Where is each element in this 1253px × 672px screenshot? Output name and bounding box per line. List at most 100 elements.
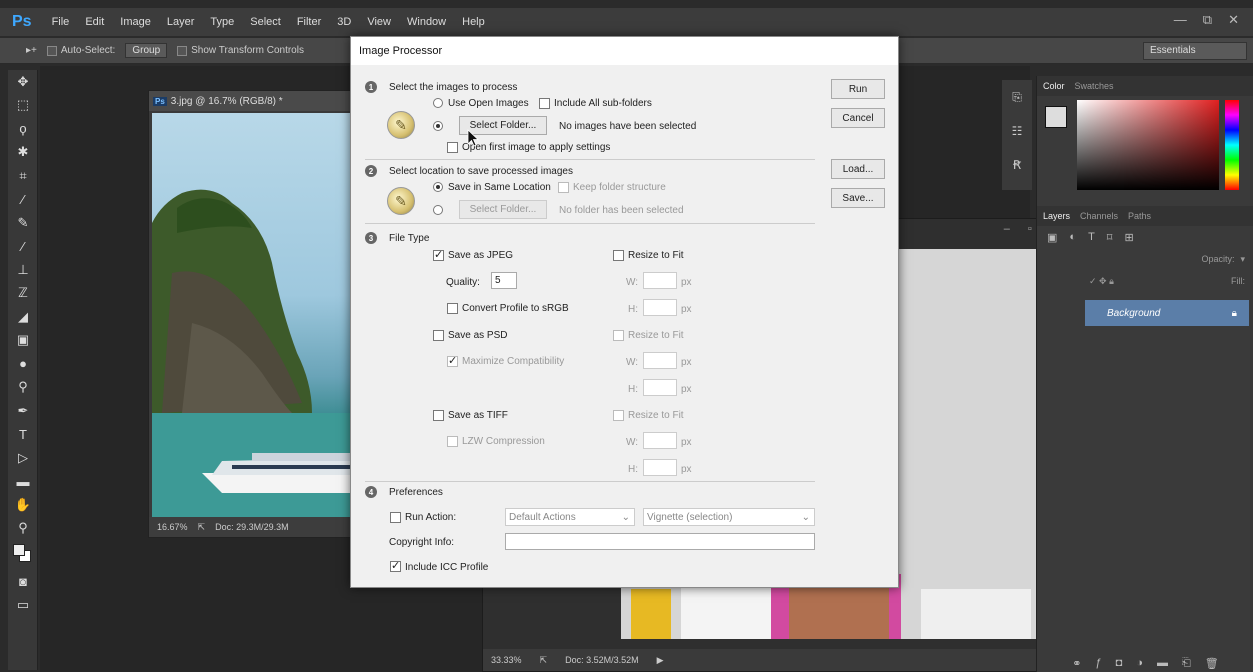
jpeg-width-input[interactable] xyxy=(643,272,677,289)
menu-file[interactable]: File xyxy=(44,16,78,28)
menu-3d[interactable]: 3D xyxy=(329,16,359,28)
load-button[interactable]: Load... xyxy=(831,159,885,179)
show-transform-option[interactable]: Show Transform Controls xyxy=(177,45,304,56)
eraser-tool-icon[interactable]: ◢ xyxy=(8,305,38,329)
foreground-color-swatch[interactable] xyxy=(13,544,25,556)
include-icc-checkbox[interactable] xyxy=(390,559,401,572)
export-icon[interactable]: ⇱ xyxy=(198,522,206,533)
menu-layer[interactable]: Layer xyxy=(159,16,203,28)
save-to-folder-radio[interactable] xyxy=(433,205,443,216)
mask-icon[interactable]: ◘ xyxy=(1116,657,1123,669)
stamp-tool-icon[interactable]: ⊥ xyxy=(8,258,38,282)
auto-select-dropdown[interactable]: Group xyxy=(125,43,168,58)
run-action-checkbox[interactable] xyxy=(390,512,401,523)
shape-tool-icon[interactable]: ▬ xyxy=(8,470,38,494)
menu-select[interactable]: Select xyxy=(242,16,289,28)
opacity-dropdown-icon[interactable]: ▾ xyxy=(1240,254,1245,265)
history-panel-icon[interactable]: ⎘ xyxy=(1002,80,1032,114)
hand-tool-icon[interactable]: ✋ xyxy=(8,493,38,517)
resize-fit-jpeg-checkbox[interactable] xyxy=(613,250,624,261)
save-jpeg-checkbox[interactable] xyxy=(433,248,444,261)
workspace-dropdown[interactable]: Essentials xyxy=(1143,42,1247,60)
healing-tool-icon[interactable]: ✎ xyxy=(8,211,38,235)
filter-adjust-icon[interactable]: ◐ xyxy=(1069,231,1076,243)
path-select-tool-icon[interactable]: ▷ xyxy=(8,446,38,470)
eyedropper-tool-icon[interactable]: ⁄ xyxy=(8,188,38,212)
menu-view[interactable]: View xyxy=(359,16,399,28)
tab-layers[interactable]: Layers xyxy=(1043,211,1070,221)
pen-tool-icon[interactable]: ✒ xyxy=(8,399,38,423)
quick-select-tool-icon[interactable]: ✱ xyxy=(8,141,38,165)
close-icon[interactable]: ✕ xyxy=(1228,12,1239,28)
type-tool-icon[interactable]: T xyxy=(8,423,38,447)
document-tab[interactable]: Ps 3.jpg @ 16.7% (RGB/8) * xyxy=(149,91,352,111)
delete-layer-icon[interactable]: 🗑︎ xyxy=(1205,657,1219,670)
action-set-dropdown[interactable]: Default Actions ⌄ xyxy=(505,508,635,526)
doc2-maximize-icon[interactable]: ▫ xyxy=(1028,223,1032,235)
move-tool-preset[interactable]: ▸+ xyxy=(26,45,37,56)
dodge-tool-icon[interactable]: ⚲ xyxy=(8,376,38,400)
auto-select-option[interactable]: Auto-Select: xyxy=(46,45,115,56)
convert-srgb-checkbox[interactable] xyxy=(447,303,458,314)
group-icon[interactable]: ▬ xyxy=(1157,657,1168,669)
new-layer-icon[interactable]: ⎗ xyxy=(1182,657,1191,670)
tab-channels[interactable]: Channels xyxy=(1080,211,1118,221)
quick-mask-icon[interactable]: ◙ xyxy=(8,570,38,594)
menu-help[interactable]: Help xyxy=(454,16,493,28)
lock-icons[interactable]: ✓ ✥ 🔒︎ xyxy=(1089,276,1114,287)
menu-type[interactable]: Type xyxy=(202,16,242,28)
fx-icon[interactable]: ƒ xyxy=(1096,657,1102,669)
save-tiff-checkbox[interactable] xyxy=(433,410,444,421)
doc2-play-icon[interactable]: ▶ xyxy=(657,655,664,666)
run-button[interactable]: Run xyxy=(831,79,885,99)
menu-filter[interactable]: Filter xyxy=(289,16,329,28)
blur-tool-icon[interactable]: ● xyxy=(8,352,38,376)
action-dropdown[interactable]: Vignette (selection) ⌄ xyxy=(643,508,815,526)
menu-edit[interactable]: Edit xyxy=(77,16,112,28)
save-same-location-radio[interactable] xyxy=(433,182,443,193)
zoom-level[interactable]: 16.67% xyxy=(157,522,188,532)
filter-image-icon[interactable]: ▣ xyxy=(1047,231,1057,244)
color-swatches[interactable] xyxy=(8,540,38,570)
jpeg-height-input[interactable] xyxy=(643,299,677,316)
open-first-image-checkbox[interactable] xyxy=(447,142,458,153)
auto-select-checkbox[interactable] xyxy=(46,45,57,56)
marquee-tool-icon[interactable]: ⬚ xyxy=(8,94,38,118)
history-brush-tool-icon[interactable]: ℤ xyxy=(8,282,38,306)
doc2-zoom-level[interactable]: 33.33% xyxy=(491,655,522,665)
save-settings-button[interactable]: Save... xyxy=(831,188,885,208)
move-tool-icon[interactable]: ✥ xyxy=(8,70,38,94)
character-panel-icon[interactable]: Ꞧ xyxy=(1002,148,1032,182)
save-psd-checkbox[interactable] xyxy=(433,330,444,341)
gradient-tool-icon[interactable]: ▣ xyxy=(8,329,38,353)
show-transform-checkbox[interactable] xyxy=(177,45,188,56)
filter-type-icon[interactable]: T xyxy=(1088,231,1095,243)
document-window-island[interactable]: Ps 3.jpg @ 16.7% (RGB/8) * 16.67% ⇱ Doc:… xyxy=(148,90,354,538)
doc2-export-icon[interactable]: ⇱ xyxy=(540,655,548,666)
tab-color[interactable]: Color xyxy=(1043,81,1065,91)
crop-tool-icon[interactable]: ⌗ xyxy=(8,164,38,188)
tab-swatches[interactable]: Swatches xyxy=(1075,81,1114,91)
filter-smart-icon[interactable]: ⊞ xyxy=(1124,231,1133,244)
doc2-minimize-icon[interactable]: – xyxy=(1004,223,1010,235)
brush-tool-icon[interactable]: ∕ xyxy=(8,235,38,259)
adjustment-layer-icon[interactable]: ◑ xyxy=(1136,657,1143,669)
lasso-tool-icon[interactable]: ϙ xyxy=(8,117,38,141)
layer-background[interactable]: Background 🔒︎ xyxy=(1085,300,1249,326)
properties-panel-icon[interactable]: ☷ xyxy=(1002,114,1032,148)
hue-slider[interactable] xyxy=(1225,100,1239,190)
menu-window[interactable]: Window xyxy=(399,16,454,28)
tab-paths[interactable]: Paths xyxy=(1128,211,1151,221)
use-open-images-radio[interactable] xyxy=(433,98,443,109)
copyright-input[interactable] xyxy=(505,533,815,550)
minimize-icon[interactable]: — xyxy=(1174,12,1187,28)
include-subfolders-checkbox[interactable] xyxy=(539,98,550,109)
cancel-button[interactable]: Cancel xyxy=(831,108,885,128)
link-layers-icon[interactable]: ⚭ xyxy=(1072,657,1081,670)
select-folder-radio[interactable] xyxy=(433,121,443,132)
zoom-tool-icon[interactable]: ⚲ xyxy=(8,517,38,541)
color-panel-swatch[interactable] xyxy=(1045,106,1067,128)
filter-shape-icon[interactable]: ⌑ xyxy=(1107,231,1113,244)
menu-image[interactable]: Image xyxy=(112,16,159,28)
screen-mode-icon[interactable]: ▭ xyxy=(8,594,38,618)
